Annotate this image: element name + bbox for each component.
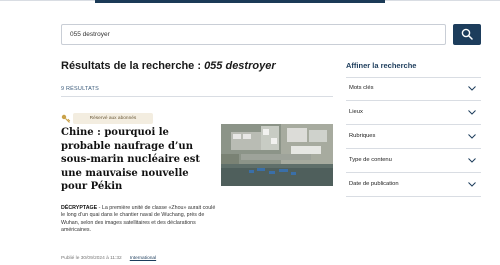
filter-label: Date de publication bbox=[349, 181, 399, 187]
key-icon bbox=[61, 114, 71, 123]
article-section-link[interactable]: International bbox=[130, 256, 156, 261]
search-input[interactable] bbox=[61, 24, 446, 45]
filter-label: Lieux bbox=[349, 109, 363, 115]
search-icon bbox=[461, 28, 473, 40]
top-accent-bar bbox=[95, 0, 385, 3]
results-count: 9 RÉSULTATS bbox=[61, 86, 99, 92]
article-kicker: DÉCRYPTAGE bbox=[61, 205, 98, 211]
refine-heading: Affiner la recherche bbox=[346, 61, 417, 70]
results-heading: Résultats de la recherche : 055 destroye… bbox=[61, 60, 276, 72]
filter-label: Mots clés bbox=[349, 85, 374, 91]
chevron-down-icon bbox=[468, 110, 476, 115]
chevron-down-icon bbox=[468, 158, 476, 163]
filter-keywords[interactable]: Mots clés bbox=[346, 77, 481, 101]
article-description: DÉCRYPTAGE - La première unité de classe… bbox=[61, 205, 218, 234]
chevron-down-icon bbox=[468, 134, 476, 139]
chevron-down-icon bbox=[468, 86, 476, 91]
top-bar bbox=[0, 0, 500, 4]
article-date: Publié le 30/09/2024 à 11:32 bbox=[61, 256, 122, 261]
filter-places[interactable]: Lieux bbox=[346, 101, 481, 125]
filter-publication-date[interactable]: Date de publication bbox=[346, 173, 481, 197]
results-query: 055 destroyer bbox=[204, 60, 276, 72]
filter-label: Rubriques bbox=[349, 133, 376, 139]
article-title[interactable]: Chine : pourquoi le probable naufrage d’… bbox=[61, 126, 216, 194]
subscriber-badge: Réservé aux abonnés bbox=[73, 113, 153, 124]
filter-content-type[interactable]: Type de contenu bbox=[346, 149, 481, 173]
filter-sections[interactable]: Rubriques bbox=[346, 125, 481, 149]
article-thumbnail[interactable] bbox=[221, 124, 333, 186]
results-divider bbox=[61, 96, 333, 97]
filter-label: Type de contenu bbox=[349, 157, 392, 163]
article-meta: Publié le 30/09/2024 à 11:32 Internationa… bbox=[61, 256, 156, 261]
search-button[interactable] bbox=[453, 24, 481, 45]
chevron-down-icon bbox=[468, 182, 476, 187]
results-heading-prefix: Résultats de la recherche : bbox=[61, 60, 205, 72]
